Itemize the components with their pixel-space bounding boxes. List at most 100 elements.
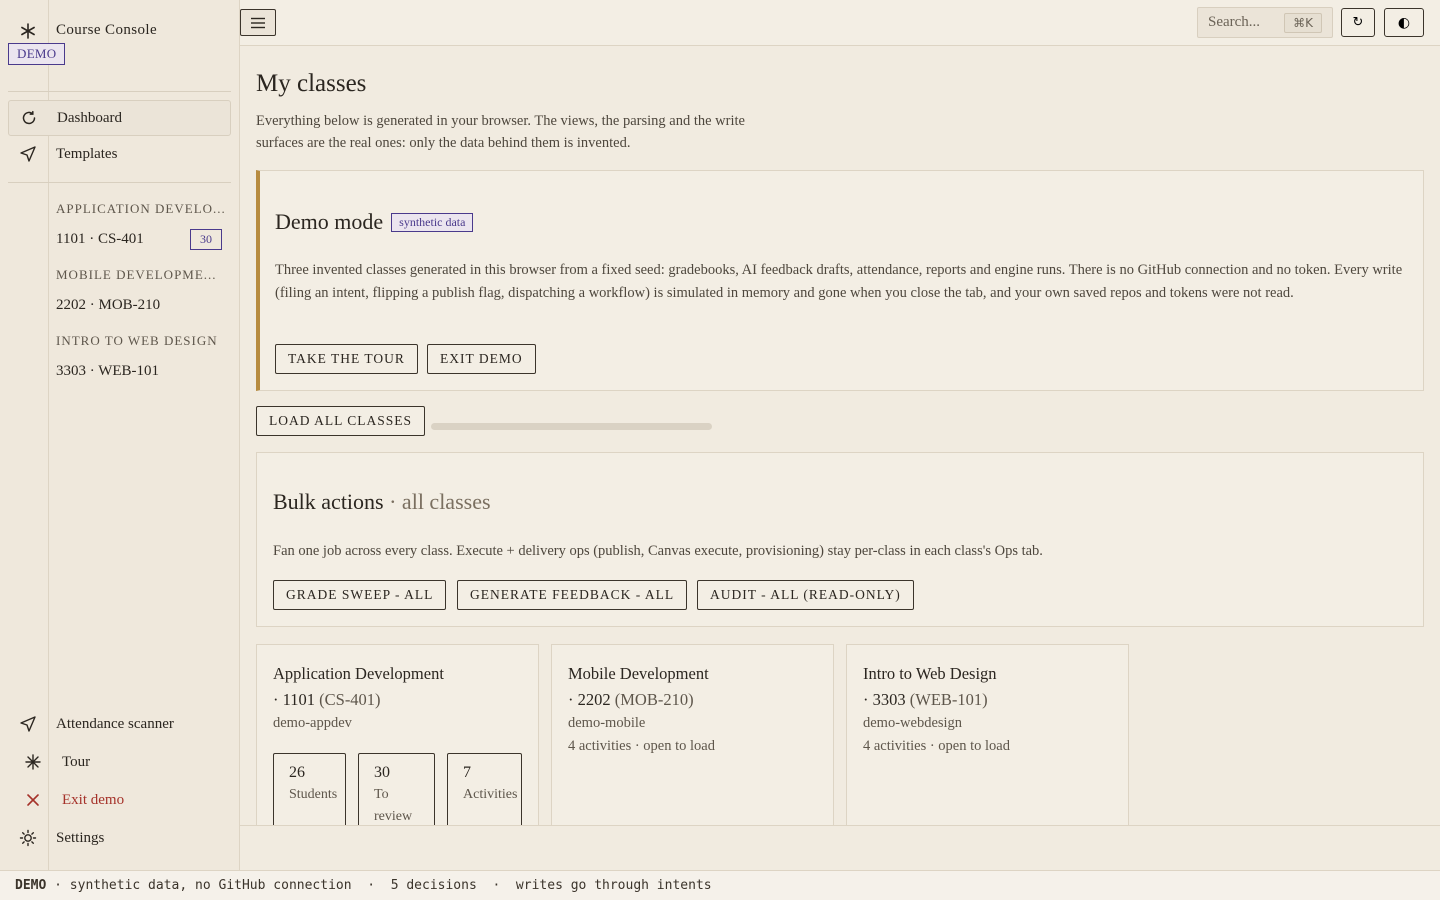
- class-name: Mobile Development: [568, 664, 709, 683]
- class-card-title: Application Development · 1101 (CS-401): [273, 661, 523, 713]
- class-link-label: 1101 · CS-401: [56, 230, 144, 247]
- demo-mode-title: Demo mode: [275, 209, 384, 234]
- asterisk-icon: [21, 23, 35, 39]
- status-mode: DEMO: [15, 878, 47, 893]
- refresh-button[interactable]: ↻: [1341, 8, 1375, 37]
- status-writes: · writes go through intents: [476, 878, 712, 893]
- refresh-icon: ↻: [1352, 15, 1364, 30]
- class-repo: demo-mobile: [568, 715, 646, 731]
- nav-tour[interactable]: Tour: [8, 746, 231, 778]
- page-title: My classes: [256, 70, 367, 97]
- sidebar-class-3303[interactable]: 3303 · WEB-101: [56, 359, 222, 383]
- status-connection: · synthetic data, no GitHub connection: [46, 878, 352, 893]
- class-card-appdev[interactable]: Application Development · 1101 (CS-401) …: [256, 644, 539, 826]
- nav-tour-label: Tour: [62, 753, 91, 770]
- search-placeholder: Search...: [1208, 14, 1261, 30]
- class-meta: 4 activities · open to load: [863, 738, 1010, 754]
- class-card-title: Intro to Web Design · 3303 (WEB-101): [863, 661, 1113, 713]
- review-count-badge: 30: [190, 228, 222, 250]
- synthetic-data-tag: synthetic data: [391, 212, 474, 232]
- class-repo: demo-webdesign: [863, 715, 963, 731]
- nav-templates[interactable]: Templates: [8, 136, 231, 172]
- bulk-actions-scope: · all classes: [389, 489, 491, 514]
- load-all-classes-button[interactable]: LOAD ALL CLASSES: [256, 406, 426, 436]
- class-group-title: MOBILE DEVELOPME...: [56, 267, 217, 282]
- brand: Course Console DEMO: [0, 14, 240, 74]
- generate-feedback-all-button[interactable]: GENERATE FEEDBACK - ALL: [457, 580, 688, 610]
- class-card-webdesign[interactable]: Intro to Web Design · 3303 (WEB-101) dem…: [846, 644, 1129, 826]
- class-card-title: Mobile Development · 2202 (MOB-210): [568, 661, 818, 713]
- status-bar: DEMO · synthetic data, no GitHub connect…: [0, 870, 1440, 900]
- grade-sweep-all-button[interactable]: GRADE SWEEP - ALL: [273, 580, 447, 610]
- sidebar: Course Console DEMO Dashboard Templates …: [0, 0, 240, 870]
- class-card-mobile[interactable]: Mobile Development · 2202 (MOB-210) demo…: [551, 644, 834, 826]
- class-name: Intro to Web Design: [863, 664, 997, 683]
- search-shortcut: ⌘K: [1284, 12, 1322, 33]
- bulk-actions-card: Bulk actions · all classes Fan one job a…: [256, 452, 1424, 627]
- class-link-label: 3303 · WEB-101: [56, 362, 160, 379]
- class-code: (MOB-210): [614, 690, 694, 709]
- nav-templates-label: Templates: [56, 145, 118, 162]
- bulk-actions-heading: Bulk actions · all classes: [273, 489, 491, 515]
- asterisk-icon: [25, 754, 41, 770]
- stat-activities[interactable]: 7 Activities: [447, 753, 522, 826]
- class-code: (CS-401): [319, 690, 381, 709]
- topbar: Search... ⌘K ↻ ◐: [240, 0, 1440, 46]
- nav-attendance-scanner[interactable]: Attendance scanner: [8, 708, 231, 740]
- bulk-actions-text: Fan one job across every class. Execute …: [273, 543, 1043, 559]
- stat-students[interactable]: 26 Students: [273, 753, 346, 826]
- class-meta: 4 activities · open to load: [568, 738, 715, 754]
- demo-mode-card: Demo mode synthetic data Three invented …: [256, 170, 1424, 391]
- theme-toggle-button[interactable]: ◐: [1384, 8, 1424, 37]
- close-icon: [27, 794, 39, 806]
- nav-settings[interactable]: Settings: [8, 822, 231, 854]
- class-section: · 1101: [273, 690, 316, 709]
- stat-value: 7: [463, 764, 471, 781]
- page-lead: Everything below is generated in your br…: [256, 113, 745, 151]
- nav-dashboard[interactable]: Dashboard: [8, 100, 231, 136]
- main-content: My classes Everything below is generated…: [240, 46, 1440, 826]
- nav-dashboard-label: Dashboard: [57, 109, 122, 126]
- class-group-title: APPLICATION DEVELO...: [56, 201, 226, 216]
- take-tour-button[interactable]: TAKE THE TOUR: [275, 344, 418, 374]
- class-group-title: INTRO TO WEB DESIGN: [56, 333, 218, 348]
- sidebar-class-2202[interactable]: 2202 · MOB-210: [56, 293, 222, 317]
- nav-settings-label: Settings: [56, 829, 105, 846]
- divider: [8, 182, 231, 183]
- demo-badge: DEMO: [8, 43, 66, 65]
- search-input[interactable]: Search... ⌘K: [1197, 7, 1333, 38]
- stat-label: Activities: [463, 787, 518, 802]
- nav-attendance-label: Attendance scanner: [56, 715, 174, 732]
- class-code: (WEB-101): [909, 690, 988, 709]
- sidebar-class-1101[interactable]: 1101 · CS-401 30: [56, 227, 222, 251]
- stat-label: Students: [289, 787, 338, 802]
- class-section: · 3303: [863, 690, 906, 709]
- app-title: Course Console: [56, 22, 158, 38]
- exit-demo-button[interactable]: EXIT DEMO: [427, 344, 536, 374]
- status-decisions: · 5 decisions: [351, 878, 477, 893]
- class-repo: demo-appdev: [273, 715, 352, 731]
- nav-exit-demo[interactable]: Exit demo: [8, 784, 231, 816]
- demo-mode-heading: Demo mode synthetic data: [275, 209, 474, 235]
- class-section: · 2202: [568, 690, 611, 709]
- refresh-icon: [22, 110, 36, 125]
- divider: [8, 91, 231, 92]
- bulk-actions-title: Bulk actions: [273, 489, 384, 514]
- nav-exit-demo-label: Exit demo: [62, 791, 125, 808]
- demo-mode-text: Three invented classes generated in this…: [275, 262, 1403, 301]
- sun-icon: [19, 829, 37, 847]
- class-link-label: 2202 · MOB-210: [56, 296, 161, 313]
- hamburger-icon: [251, 17, 265, 28]
- stat-label: To review: [374, 787, 413, 824]
- contrast-icon: ◐: [1397, 14, 1411, 31]
- audit-all-button[interactable]: AUDIT - ALL (READ-ONLY): [697, 580, 914, 610]
- send-icon: [20, 146, 36, 162]
- class-name: Application Development: [273, 664, 444, 683]
- send-icon: [20, 716, 36, 732]
- menu-toggle-button[interactable]: [240, 9, 276, 36]
- stat-to-review[interactable]: 30 To review: [358, 753, 435, 826]
- load-progress-bar: [431, 423, 712, 430]
- main-footer-area: [240, 825, 1440, 870]
- stat-value: 30: [374, 764, 390, 781]
- stat-value: 26: [289, 764, 305, 781]
